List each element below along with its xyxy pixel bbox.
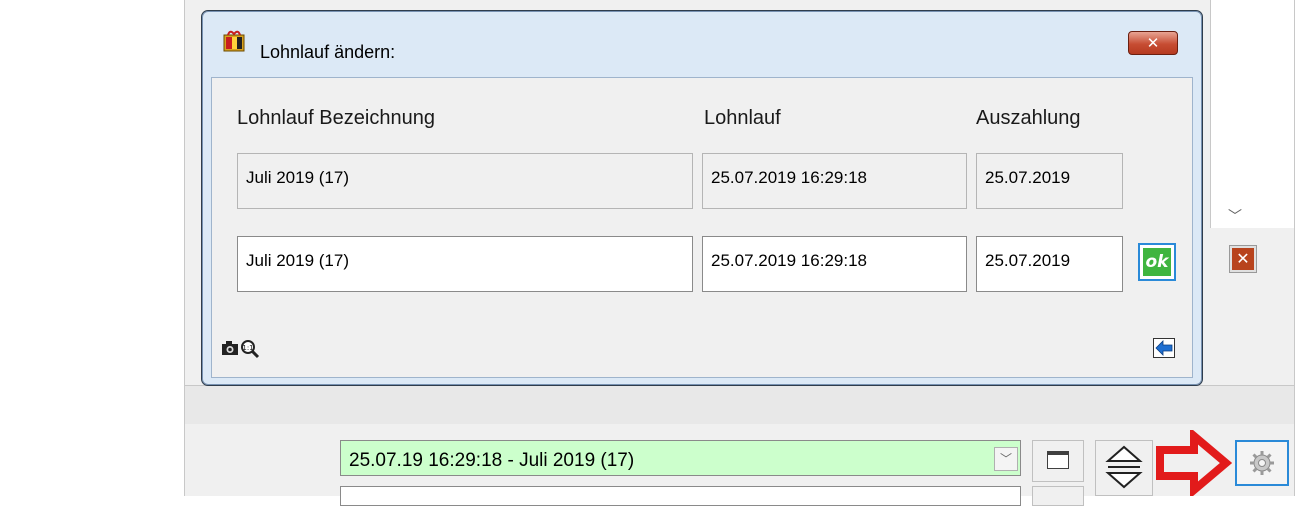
window-icon [1047,451,1069,469]
secondary-window-button[interactable] [1032,486,1084,506]
delete-button[interactable]: ✕ [1230,246,1256,272]
auszahlung-input[interactable]: 25.07.2019 [976,236,1123,292]
column-header-lohnlauf: Lohnlauf [704,107,781,129]
app-icon [223,30,245,52]
list-panel [1210,0,1295,228]
left-pane [0,0,185,496]
red-arrow-pointer-icon [1156,430,1232,496]
back-arrow-icon[interactable] [1153,338,1175,358]
camera-icon[interactable] [221,339,239,357]
up-down-button[interactable] [1095,440,1153,496]
right-border [1294,0,1295,496]
bezeichnung-input[interactable]: Juli 2019 (17) [237,236,693,292]
column-header-auszahlung: Auszahlung [976,107,1081,129]
up-down-arrows-icon [1105,445,1143,489]
section-divider [185,385,1295,425]
current-lohnlauf-field: 25.07.2019 16:29:18 [702,153,967,209]
secondary-select[interactable] [340,486,1021,506]
column-header-bezeichnung: Lohnlauf Bezeichnung [237,107,435,129]
lohnlauf-select-value: 25.07.19 16:29:18 - Juli 2019 (17) [349,450,635,471]
close-button[interactable]: ✕ [1128,31,1178,55]
svg-text:1:1: 1:1 [242,344,253,352]
zoom-icon[interactable]: 1:1 [240,339,260,359]
ok-label: ok [1143,248,1171,276]
scroll-down-icon[interactable]: ﹀ [1225,206,1245,226]
current-bezeichnung-field: Juli 2019 (17) [237,153,693,209]
chevron-down-icon[interactable]: ﹀ [994,447,1018,471]
lohnlauf-select[interactable]: 25.07.19 16:29:18 - Juli 2019 (17) ﹀ [340,440,1021,476]
window-button[interactable] [1032,440,1084,482]
settings-button[interactable] [1235,440,1289,486]
lohnlauf-input[interactable]: 25.07.2019 16:29:18 [702,236,967,292]
gear-icon [1250,451,1274,475]
dialog-lohnlauf-aendern: Lohnlauf ändern: ✕ Lohnlauf Bezeichnung … [201,10,1203,386]
ok-button[interactable]: ok [1138,243,1176,281]
current-auszahlung-field: 25.07.2019 [976,153,1123,209]
dialog-title: Lohnlauf ändern: [260,42,396,62]
